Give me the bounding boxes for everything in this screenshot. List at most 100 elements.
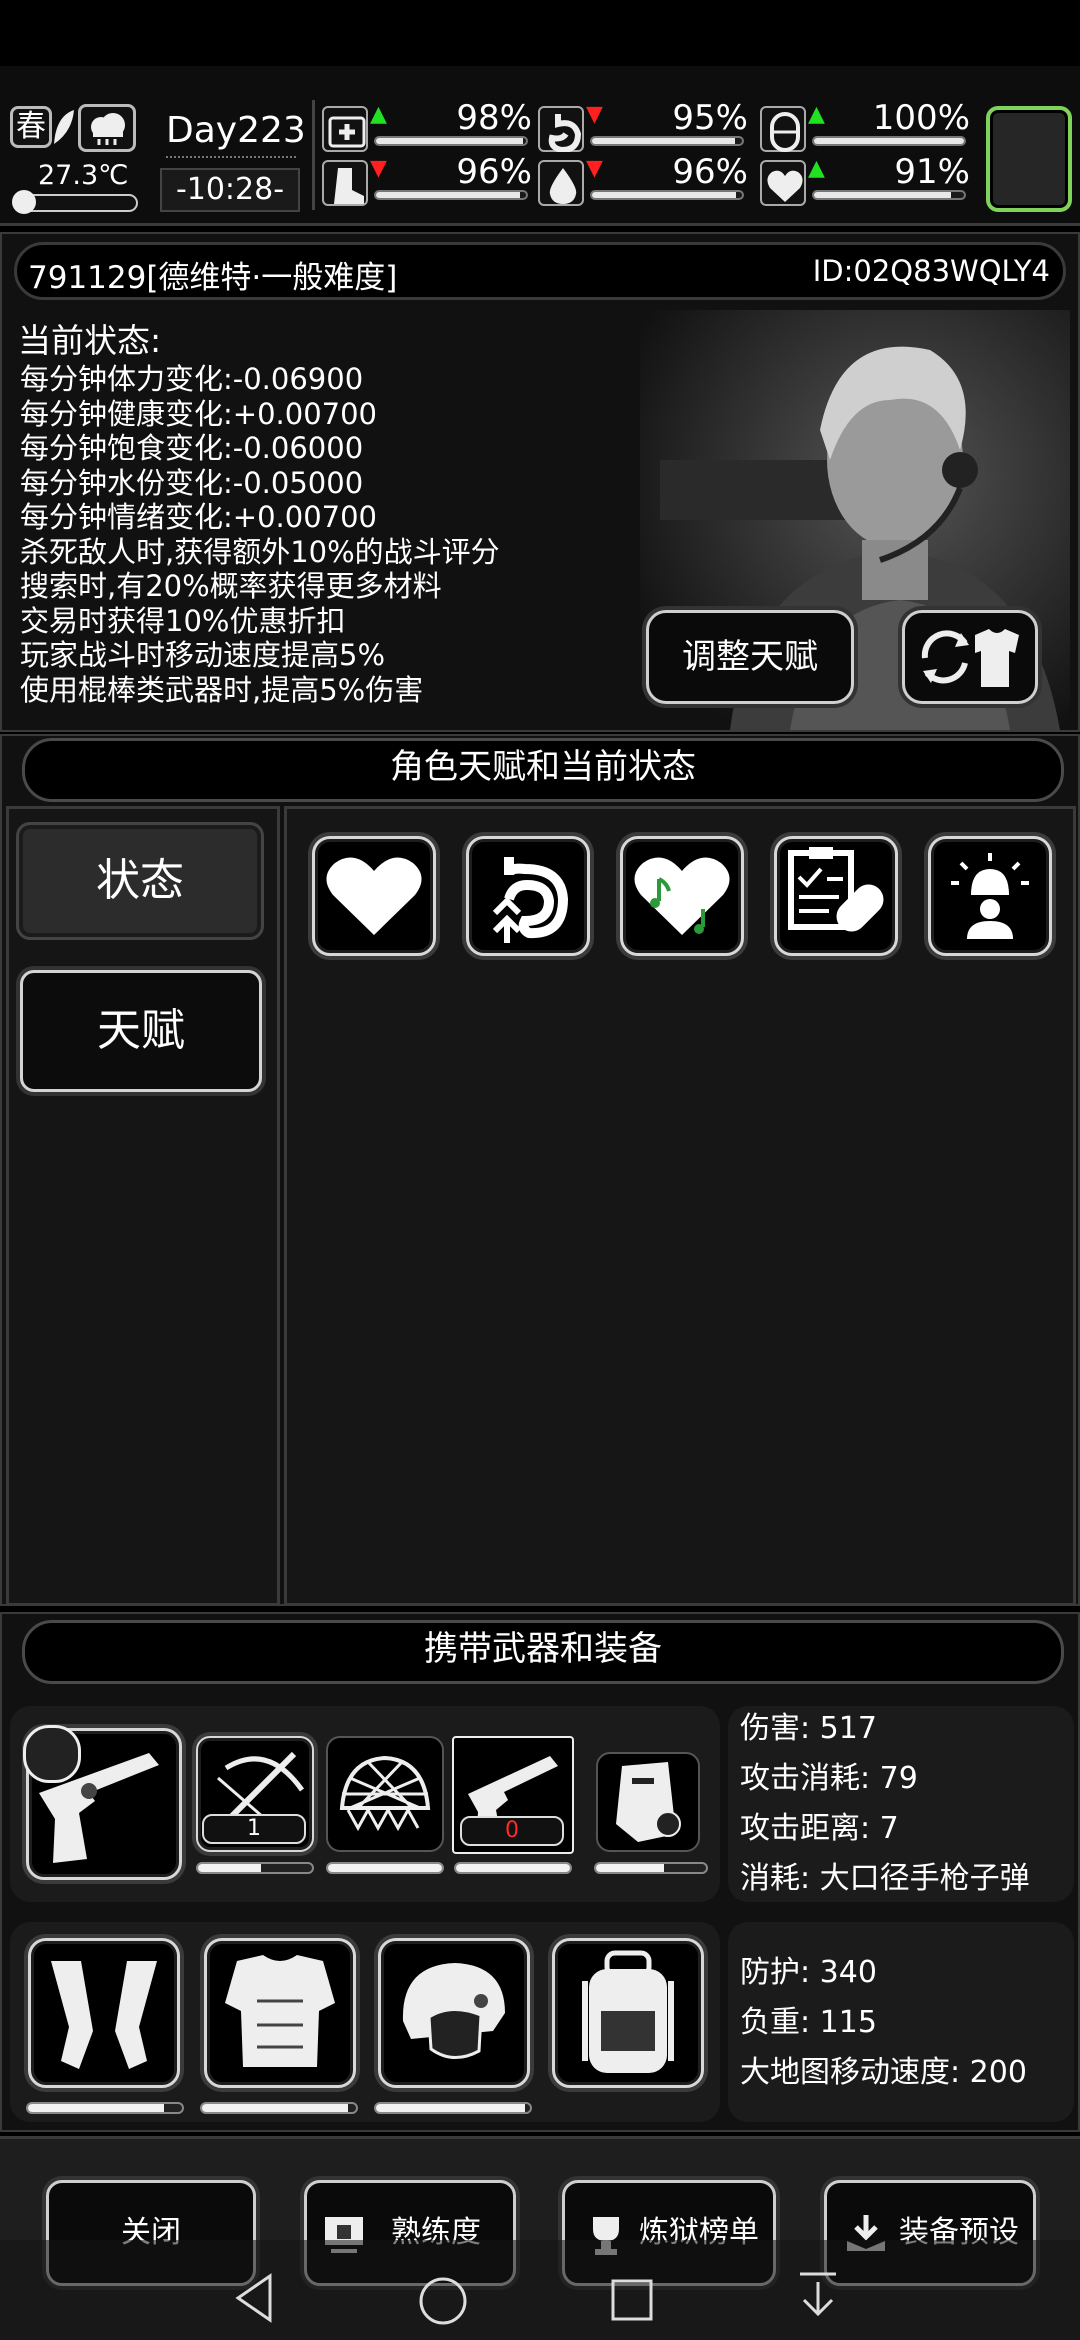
weapon-slot-4[interactable]: 0 [452,1736,574,1854]
weapon-slot-5[interactable] [596,1752,700,1852]
vital-value: 100% [872,98,970,138]
swap-outfit-icon [915,623,1025,693]
weapon-slot-main[interactable] [23,1725,182,1880]
armor-slot-body[interactable] [204,1938,356,2088]
vital-health: ▲ 98% [322,98,532,156]
vital-stamina: ▼ 96% [322,152,532,210]
map-speed: 大地图移动速度: 200 [740,2055,1027,2090]
system-nav-bar [0,2240,1080,2340]
vital-bar [812,190,966,200]
weapon-count: 1 [247,1816,261,1841]
temperature: 27.3℃ [38,160,129,191]
vital-bar [374,136,528,146]
vital-bar [374,190,528,200]
armor-durability-1 [26,2102,184,2114]
nav-home-icon[interactable] [418,2276,468,2326]
weapon-slot-2[interactable]: 1 [196,1736,314,1852]
arrow-down-icon: ▼ [370,156,387,181]
status-line: 玩家战斗时移动速度提高5% [20,638,386,672]
stomach-arrows-icon [469,857,587,957]
status-icon-slot-5[interactable] [928,836,1052,956]
weapon-durability-2 [196,1862,314,1874]
heart-hand-icon [760,160,806,206]
status-line: 每分钟健康变化:+0.00700 [20,396,377,431]
vital-water: ▼ 96% [538,152,748,210]
day-progress [166,156,296,166]
equipment-section-title: 携带武器和装备 [22,1620,1064,1684]
armor-slot-gauntlets[interactable] [28,1938,180,2088]
backpack-icon [555,1950,701,2089]
armor-slot-backpack[interactable] [552,1938,704,2088]
weather-icon [78,104,136,152]
helmet-net-icon [328,1755,442,1854]
status-icon-slot-4[interactable] [774,836,898,956]
season-label: 春 [16,109,46,144]
map-button[interactable] [986,106,1072,212]
status-icon-slot-3[interactable] [620,836,744,956]
change-outfit-button[interactable] [902,610,1038,704]
weapon-durability-4 [454,1862,572,1874]
vital-value: 91% [894,152,970,192]
armor-protection: 防护: 340 [740,1955,877,1990]
vital-mood: ▲ 100% [760,98,970,156]
season-badge: 春 [10,106,52,148]
music-heart-icon [623,857,741,957]
weapon-durability-3 [326,1862,444,1874]
status-lines: 每分钟体力变化:-0.06900 每分钟健康变化:+0.00700 每分钟饱食变化:… [20,362,660,707]
riot-shield-icon [598,1762,698,1854]
status-icon-slot-2[interactable] [466,836,590,956]
armor-stats: 防护: 340 负重: 115 大地图移动速度: 200 [740,1948,1070,2098]
vital-bar [812,136,966,146]
adjust-talent-label: 调整天赋 [682,637,818,677]
arrow-up-icon: ▲ [370,102,387,127]
capsule-icon [760,106,806,152]
arrow-up-icon: ▲ [808,102,825,127]
armor-durability-2 [200,2102,358,2114]
water-drop-icon [538,160,584,206]
status-heading: 当前状态: [18,321,162,360]
status-line: 使用棍棒类武器时,提高5%伤害 [20,672,424,707]
adjust-talent-button[interactable]: 调整天赋 [646,610,854,704]
status-line: 每分钟体力变化:-0.06900 [20,362,364,396]
nav-recent-icon[interactable] [610,2278,654,2322]
weapon-slot-3[interactable] [326,1736,444,1852]
status-line: 杀死敌人时,获得额外10%的战斗评分 [20,534,500,569]
weapon-ammo: 消耗: 大口径手枪子弹 [740,1861,1030,1896]
leaf-icon [50,106,76,148]
tab-talent-label: 天赋 [97,1005,185,1056]
body-armor-icon [207,1955,353,2089]
tab-status[interactable]: 状态 [16,822,264,940]
clipboard-bandage-icon [777,847,895,957]
armor-durability-3 [374,2102,532,2114]
nav-back-icon[interactable] [230,2272,278,2324]
status-line: 交易时获得10%优惠折扣 [20,603,346,638]
weapon-count-box: 0 [460,1816,564,1846]
arrow-down-icon: ▼ [586,102,603,127]
status-line: 搜索时,有20%概率获得更多材料 [20,569,442,603]
vital-hunger: ▼ 95% [538,98,748,156]
nav-collapse-icon[interactable] [796,2270,840,2326]
status-icon-slot-1[interactable] [312,836,436,956]
thermometer-bar [12,190,138,214]
armor-slot-helmet[interactable] [378,1938,530,2088]
tab-status-label: 状态 [96,855,184,906]
vital-emotion: ▲ 91% [760,152,970,210]
alarm-person-icon [931,853,1049,957]
armor-load: 负重: 115 [740,2005,877,2040]
player-id: ID:02Q83WQLY4 [812,254,1050,288]
stomach-icon [538,106,584,154]
sprint-icon [23,1725,81,1783]
weapon-count-box: 1 [202,1814,306,1844]
arrow-down-icon: ▼ [586,156,603,181]
heart-icon [315,857,433,957]
vital-bar [590,136,744,146]
medkit-icon [322,106,368,152]
boot-icon [322,160,368,206]
weapon-damage: 伤害: 517 [740,1711,877,1746]
status-line: 每分钟饱食变化:-0.06000 [20,431,364,465]
player-name: 791129[德维特·一般难度] [28,260,398,296]
status-line: 每分钟情绪变化:+0.00700 [20,500,377,534]
weapon-durability-5 [594,1862,708,1874]
tab-talent[interactable]: 天赋 [20,970,262,1092]
weapon-attack-cost: 攻击消耗: 79 [740,1761,918,1796]
